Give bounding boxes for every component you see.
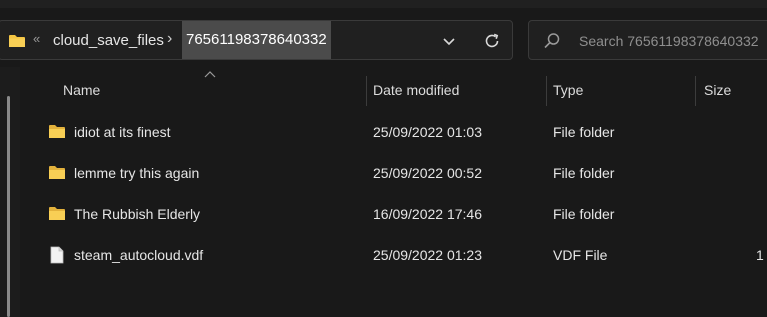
file-date-modified: 25/09/2022 01:23 [373, 247, 482, 263]
column-header-row: Name Date modified Type Size [20, 67, 767, 113]
column-divider[interactable] [695, 76, 696, 106]
file-date-modified: 25/09/2022 00:52 [373, 165, 482, 181]
sort-ascending-icon [204, 71, 216, 78]
folder-icon [49, 125, 65, 138]
file-date-modified: 25/09/2022 01:03 [373, 124, 482, 140]
column-header-date-modified[interactable]: Date modified [373, 82, 459, 98]
file-size: 1 [756, 247, 764, 263]
folder-icon [9, 35, 25, 47]
breadcrumb-overflow-button[interactable]: « [33, 31, 40, 46]
search-icon [544, 33, 560, 49]
file-icon [50, 246, 64, 264]
file-row[interactable]: lemme try this again 25/09/2022 00:52 Fi… [20, 153, 767, 194]
title-bar-strip [0, 0, 767, 8]
column-header-name[interactable]: Name [63, 82, 100, 98]
file-row[interactable]: idiot at its finest 25/09/2022 01:03 Fil… [20, 112, 767, 153]
folder-icon [49, 207, 65, 220]
column-divider[interactable] [546, 76, 547, 106]
file-name: steam_autocloud.vdf [74, 247, 204, 263]
chevron-down-icon[interactable] [441, 33, 457, 49]
column-divider[interactable] [366, 76, 367, 106]
file-name: lemme try this again [74, 165, 200, 181]
breadcrumb-cloud-save-files[interactable]: cloud_save_files [53, 32, 164, 49]
file-type: File folder [553, 206, 615, 222]
file-type: VDF File [553, 247, 608, 263]
search-box[interactable]: Search 76561198378640332 [528, 20, 767, 60]
search-input[interactable]: Search 76561198378640332 [579, 33, 759, 49]
file-type: File folder [553, 165, 615, 181]
refresh-icon[interactable] [483, 32, 501, 50]
file-date-modified: 16/09/2022 17:46 [373, 206, 482, 222]
column-header-size[interactable]: Size [704, 82, 731, 98]
address-bar[interactable]: « cloud_save_files › 76561198378640332 [0, 20, 513, 60]
navigation-pane [0, 67, 20, 317]
file-type: File folder [553, 124, 615, 140]
folder-icon [49, 166, 65, 179]
file-explorer-window: « cloud_save_files › 76561198378640332 S… [0, 0, 767, 317]
breadcrumb-current-folder[interactable]: 76561198378640332 [182, 21, 331, 59]
column-header-type[interactable]: Type [553, 82, 583, 98]
breadcrumb-separator[interactable]: › [167, 30, 172, 48]
file-name: The Rubbish Elderly [74, 206, 201, 222]
file-row[interactable]: The Rubbish Elderly 16/09/2022 17:46 Fil… [20, 194, 767, 235]
nav-scrollbar-thumb[interactable] [7, 96, 10, 317]
file-row[interactable]: steam_autocloud.vdf 25/09/2022 01:23 VDF… [20, 235, 767, 276]
file-name: idiot at its finest [74, 124, 171, 140]
